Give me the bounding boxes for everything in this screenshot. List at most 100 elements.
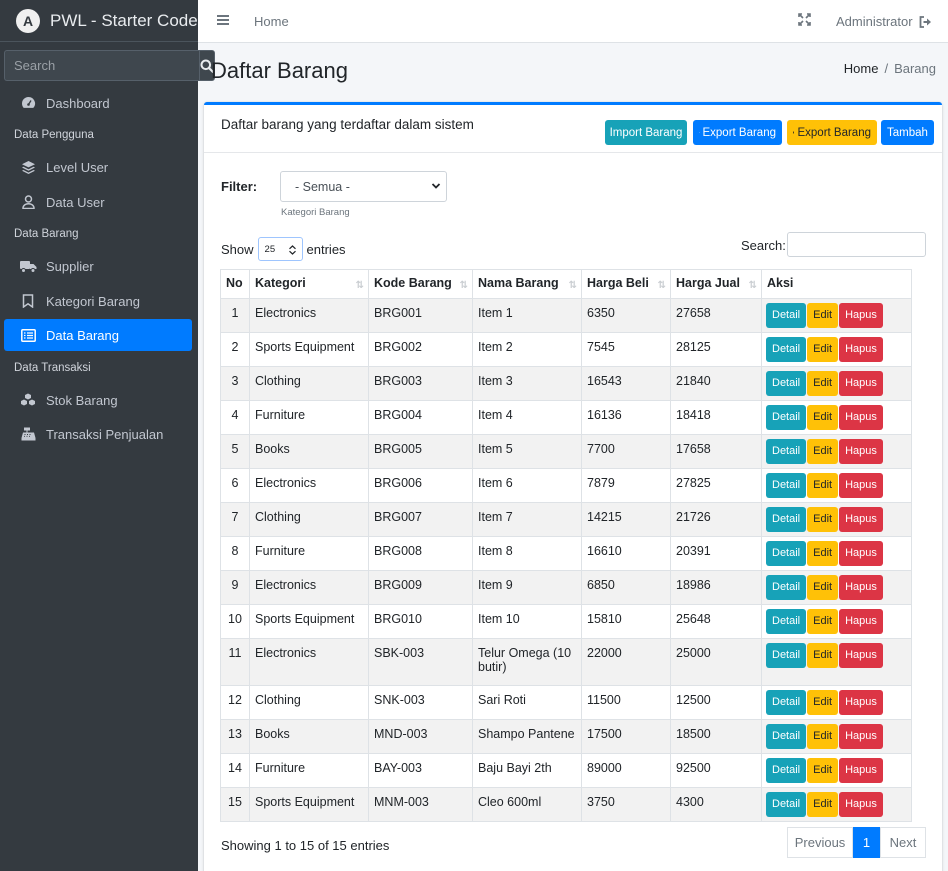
hapus-button[interactable]: Hapus <box>839 371 883 396</box>
hapus-button[interactable]: Hapus <box>839 724 883 749</box>
sidebar-search-input[interactable] <box>4 50 199 81</box>
hapus-button[interactable]: Hapus <box>839 439 883 464</box>
detail-button[interactable]: Detail <box>766 643 807 668</box>
col-header-harga-jual[interactable]: Harga Jual ⇅ <box>670 269 762 299</box>
edit-button[interactable]: Edit <box>807 405 839 430</box>
sidebar-item-supplier[interactable]: Supplier <box>4 250 192 282</box>
detail-button[interactable]: Detail <box>766 473 807 498</box>
hapus-button[interactable]: Hapus <box>839 609 883 634</box>
col-header-nama-barang[interactable]: Nama Barang ⇅ <box>472 269 582 299</box>
hapus-button[interactable]: Hapus <box>839 758 883 783</box>
menu-toggle-icon[interactable] <box>216 13 230 27</box>
edit-button[interactable]: Edit <box>807 758 839 783</box>
edit-button[interactable]: Edit <box>807 337 839 362</box>
detail-button[interactable]: Detail <box>766 541 807 566</box>
table-row: 6 Electronics BRG006 Item 6 7879 27825 Detail E… <box>220 468 912 503</box>
col-header-kode-barang[interactable]: Kode Barang ⇅ <box>368 269 473 299</box>
col-header-kategori[interactable]: Kategori ⇅ <box>249 269 369 299</box>
hapus-button[interactable]: Hapus <box>839 337 883 362</box>
page-length-select[interactable]: 25 <box>257 237 303 261</box>
export-excel-button[interactable]: Export Barang <box>693 120 782 145</box>
detail-button[interactable]: Detail <box>766 337 807 362</box>
edit-button[interactable]: Edit <box>807 473 839 498</box>
kategori-filter-select[interactable]: - Semua - <box>280 171 447 202</box>
hapus-button[interactable]: Hapus <box>839 303 883 328</box>
hapus-button[interactable]: Hapus <box>839 507 883 532</box>
cell-aksi: Detail Edit Hapus <box>761 366 912 401</box>
cell-harga-jual: 18500 <box>670 719 762 754</box>
edit-button[interactable]: Edit <box>807 792 839 817</box>
edit-button[interactable]: Edit <box>807 643 839 668</box>
edit-button[interactable]: Edit <box>807 439 839 464</box>
edit-button[interactable]: Edit <box>807 303 839 328</box>
table-row: 4 Furniture BRG004 Item 4 16136 18418 Detail Ed… <box>220 400 912 435</box>
cell-harga-jual: 25648 <box>670 604 762 639</box>
detail-button[interactable]: Detail <box>766 439 807 464</box>
detail-button[interactable]: Detail <box>766 371 807 396</box>
import-barang-button[interactable]: Import Barang <box>605 120 687 145</box>
detail-button[interactable]: Detail <box>766 609 807 634</box>
sidebar-item-transaksi-penjualan[interactable]: Transaksi Penjualan <box>4 418 192 450</box>
cell-harga-beli: 3750 <box>581 787 671 822</box>
cell-kode-barang: BAY-003 <box>368 753 473 788</box>
cell-no: 10 <box>220 604 250 639</box>
brand-link[interactable]: A PWL - Starter Code <box>0 0 198 42</box>
pagination-next[interactable]: Next <box>880 827 926 858</box>
detail-button[interactable]: Detail <box>766 575 807 600</box>
col-header-harga-beli[interactable]: Harga Beli ⇅ <box>581 269 671 299</box>
edit-button[interactable]: Edit <box>807 541 839 566</box>
sidebar-item-kategori-barang[interactable]: Kategori Barang <box>4 285 192 317</box>
detail-button[interactable]: Detail <box>766 758 807 783</box>
cell-kode-barang: BRG002 <box>368 332 473 367</box>
hapus-button[interactable]: Hapus <box>839 575 883 600</box>
col-header-aksi: Aksi <box>761 269 912 299</box>
cell-nama-barang: Item 3 <box>472 366 582 401</box>
tambah-button[interactable]: Tambah <box>881 120 934 145</box>
cell-kode-barang: BRG009 <box>368 570 473 605</box>
sidebar-item-data-user[interactable]: Data User <box>4 186 192 218</box>
sidebar-item-stok-barang[interactable]: Stok Barang <box>4 384 192 416</box>
top-nav-home-link[interactable]: Home <box>254 14 289 29</box>
cell-harga-jual: 12500 <box>670 685 762 720</box>
table-search-label: Search: <box>741 238 786 253</box>
cell-no: 1 <box>220 298 250 333</box>
edit-button[interactable]: Edit <box>807 724 839 749</box>
detail-button[interactable]: Detail <box>766 507 807 532</box>
hapus-button[interactable]: Hapus <box>839 792 883 817</box>
detail-button[interactable]: Detail <box>766 303 807 328</box>
table-row: 14 Furniture BAY-003 Baju Bayi 2th 89000 9250… <box>220 753 912 788</box>
detail-button[interactable]: Detail <box>766 792 807 817</box>
hapus-button[interactable]: Hapus <box>839 643 883 668</box>
cell-aksi: Detail Edit Hapus <box>761 638 912 686</box>
detail-button[interactable]: Detail <box>766 690 807 715</box>
cell-harga-jual: 21726 <box>670 502 762 537</box>
table-search-input[interactable] <box>787 232 926 257</box>
logout-icon[interactable] <box>919 15 932 28</box>
pagination-previous[interactable]: Previous <box>787 827 853 858</box>
edit-button[interactable]: Edit <box>807 507 839 532</box>
edit-button[interactable]: Edit <box>807 371 839 396</box>
detail-button[interactable]: Detail <box>766 405 807 430</box>
pagination-page-1[interactable]: 1 <box>853 827 880 858</box>
hapus-button[interactable]: Hapus <box>839 405 883 430</box>
edit-button[interactable]: Edit <box>807 690 839 715</box>
cell-no: 11 <box>220 638 250 686</box>
breadcrumb-home[interactable]: Home <box>844 61 879 76</box>
fullscreen-icon[interactable] <box>798 13 811 26</box>
export-pdf-button[interactable]: Export Barang <box>787 120 877 145</box>
col-header-no[interactable]: No <box>220 269 250 299</box>
sidebar-item-data-barang[interactable]: Data Barang <box>4 319 192 351</box>
hapus-button[interactable]: Hapus <box>839 690 883 715</box>
detail-button[interactable]: Detail <box>766 724 807 749</box>
user-menu[interactable]: Administrator <box>836 14 932 29</box>
cell-aksi: Detail Edit Hapus <box>761 604 912 639</box>
sidebar-item-dashboard[interactable]: Dashboard <box>4 87 192 119</box>
hapus-button[interactable]: Hapus <box>839 541 883 566</box>
cell-no: 14 <box>220 753 250 788</box>
cell-kode-barang: BRG006 <box>368 468 473 503</box>
hapus-button[interactable]: Hapus <box>839 473 883 498</box>
edit-button[interactable]: Edit <box>807 609 839 634</box>
edit-button[interactable]: Edit <box>807 575 839 600</box>
sidebar-section-data-pengguna: Data Pengguna <box>14 129 94 141</box>
sidebar-item-level-user[interactable]: Level User <box>4 151 192 183</box>
